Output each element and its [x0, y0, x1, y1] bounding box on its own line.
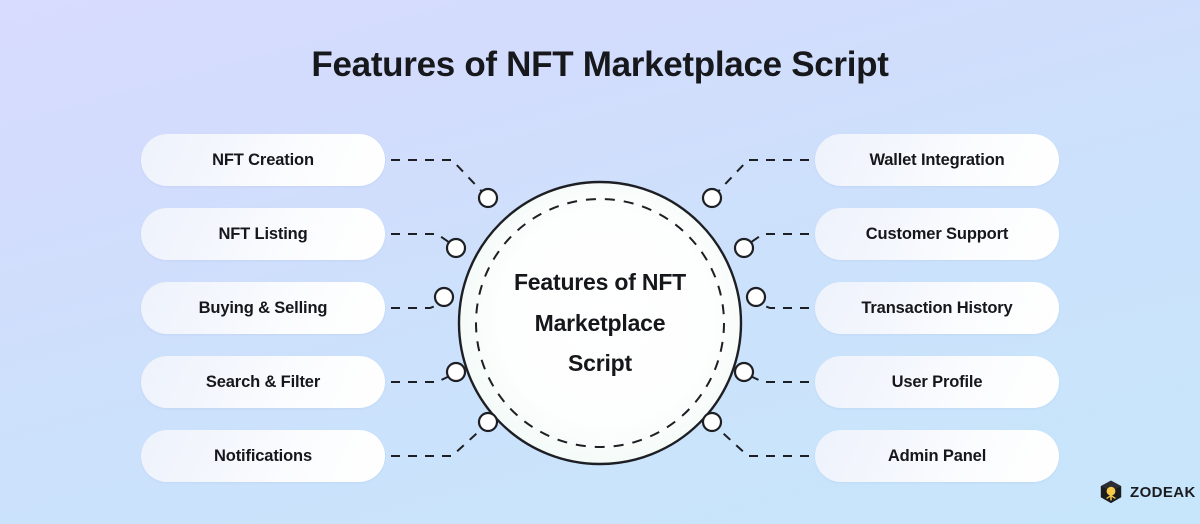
hub-node-left-3: [433, 286, 455, 308]
feature-pill-admin-panel[interactable]: Admin Panel: [815, 430, 1059, 482]
feature-pill-search-filter[interactable]: Search & Filter: [141, 356, 385, 408]
brand-name: ZODEAK: [1130, 483, 1196, 501]
feature-pill-nft-listing[interactable]: NFT Listing: [141, 208, 385, 260]
feature-pill-customer-support[interactable]: Customer Support: [815, 208, 1059, 260]
infographic-canvas: Features of NFT Marketplace Script Featu…: [0, 0, 1200, 524]
hub-title-line-2: Marketplace: [534, 309, 666, 336]
brand-logo[interactable]: ZODEAK: [1098, 479, 1196, 505]
hub-center: Features of NFT Marketplace Script: [459, 182, 741, 464]
hub-node-right-3: [745, 286, 767, 308]
cube-logo-icon: [1100, 480, 1122, 504]
hub-title-line-1: Features of NFT: [513, 268, 687, 295]
feature-pill-wallet-integration[interactable]: Wallet Integration: [815, 134, 1059, 186]
feature-pill-notifications[interactable]: Notifications: [141, 430, 385, 482]
feature-pill-transaction-history[interactable]: Transaction History: [815, 282, 1059, 334]
feature-pill-nft-creation[interactable]: NFT Creation: [141, 134, 385, 186]
feature-pill-buying-selling[interactable]: Buying & Selling: [141, 282, 385, 334]
feature-pill-user-profile[interactable]: User Profile: [815, 356, 1059, 408]
hub-title: Features of NFT Marketplace Script: [459, 182, 741, 464]
hub-title-line-3: Script: [568, 350, 632, 377]
